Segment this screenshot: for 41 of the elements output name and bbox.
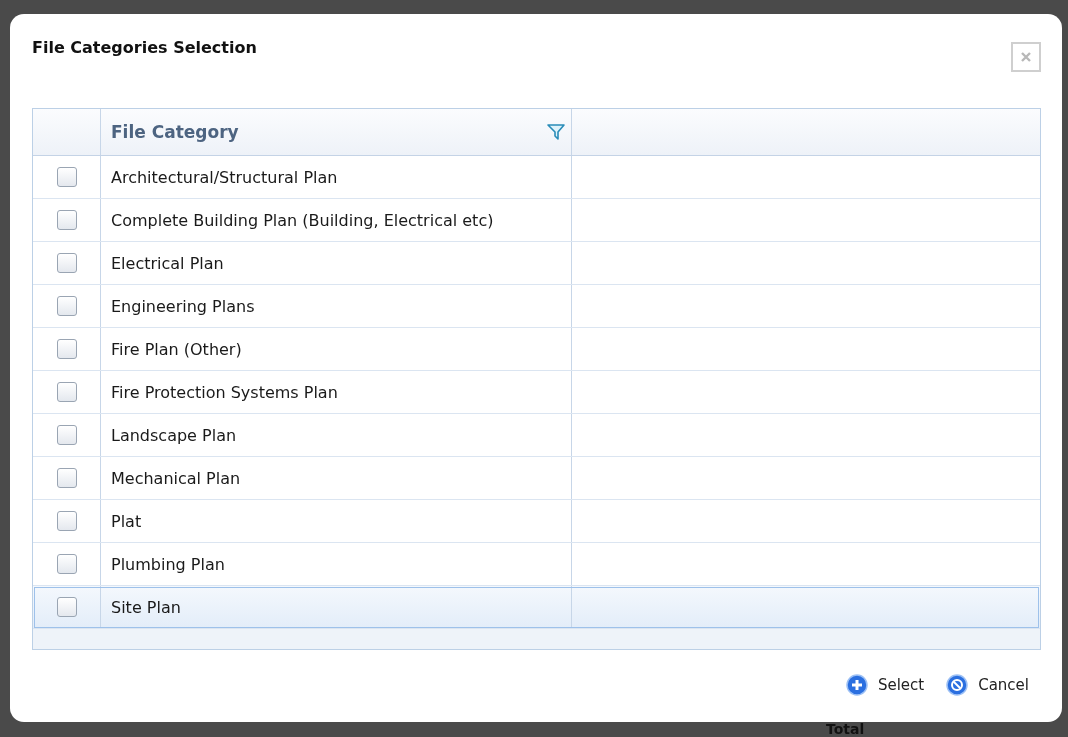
checkbox[interactable] bbox=[56, 554, 77, 574]
checkbox[interactable] bbox=[56, 296, 77, 316]
close-icon bbox=[1019, 50, 1033, 64]
table-row[interactable]: Fire Plan (Other) bbox=[33, 328, 1040, 371]
cancel-icon bbox=[946, 674, 969, 696]
category-text: Complete Building Plan (Building, Electrical etc) bbox=[111, 210, 494, 230]
select-button[interactable]: Select bbox=[845, 674, 925, 696]
category-text: Mechanical Plan bbox=[111, 468, 241, 488]
category-text: Site Plan bbox=[111, 597, 181, 617]
table-row[interactable]: Engineering Plans bbox=[33, 285, 1040, 328]
category-text: Architectural/Structural Plan bbox=[111, 167, 338, 187]
checkbox[interactable] bbox=[56, 253, 77, 273]
table-row[interactable]: Architectural/Structural Plan bbox=[33, 156, 1040, 199]
category-text: Fire Protection Systems Plan bbox=[111, 382, 338, 402]
background-label: Total bbox=[826, 722, 865, 737]
dialog-title: File Categories Selection bbox=[32, 38, 257, 57]
checkbox[interactable] bbox=[56, 382, 77, 402]
table-row[interactable]: Site Plan bbox=[33, 586, 1040, 629]
category-text: Plat bbox=[111, 511, 142, 531]
category-text: Plumbing Plan bbox=[111, 554, 225, 574]
table-row[interactable]: Plat bbox=[33, 500, 1040, 543]
checkbox[interactable] bbox=[56, 425, 77, 445]
checkbox[interactable] bbox=[56, 511, 77, 531]
checkbox[interactable] bbox=[56, 339, 77, 359]
table-row[interactable]: Mechanical Plan bbox=[33, 457, 1040, 500]
close-button[interactable] bbox=[1011, 42, 1041, 72]
checkbox[interactable] bbox=[56, 210, 77, 230]
category-text: Electrical Plan bbox=[111, 253, 224, 273]
table-row[interactable]: Complete Building Plan (Building, Electrical etc) bbox=[33, 199, 1040, 242]
plus-icon bbox=[845, 674, 868, 696]
cancel-button[interactable]: Cancel bbox=[946, 674, 1029, 696]
category-text: Landscape Plan bbox=[111, 425, 237, 445]
table-row[interactable]: Fire Protection Systems Plan bbox=[33, 371, 1040, 414]
table-row[interactable]: Electrical Plan bbox=[33, 242, 1040, 285]
checkbox[interactable] bbox=[56, 167, 77, 187]
category-text: Engineering Plans bbox=[111, 296, 255, 316]
checkbox[interactable] bbox=[56, 597, 77, 617]
category-text: Fire Plan (Other) bbox=[111, 339, 242, 359]
table-row[interactable]: Landscape Plan bbox=[33, 414, 1040, 457]
filter-icon[interactable] bbox=[547, 123, 565, 141]
checkbox[interactable] bbox=[56, 468, 77, 488]
